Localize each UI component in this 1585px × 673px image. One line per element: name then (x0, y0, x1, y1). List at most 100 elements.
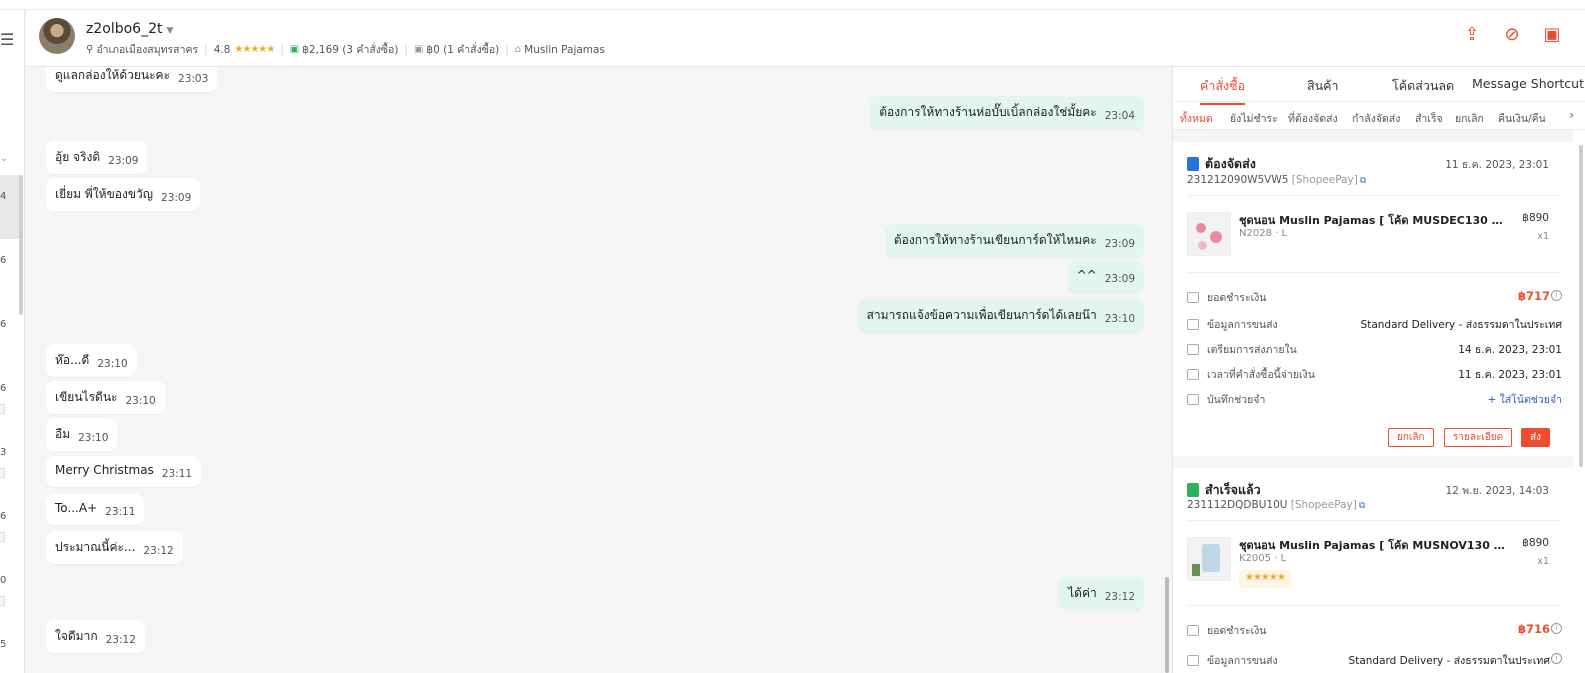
cancel-order-button[interactable]: ยกเลิก (1388, 428, 1434, 447)
ship-by-date: 14 ธ.ค. 2023, 23:01 (1458, 344, 1562, 356)
username-text: z2olbo6_2t (86, 21, 163, 37)
panel-scrollbar[interactable] (1579, 145, 1583, 467)
caret-down-icon[interactable]: ▼ (166, 26, 173, 36)
filter-cancelled[interactable]: ยกเลิก (1455, 110, 1484, 127)
order-card[interactable]: สำเร็จแล้ว 12 พ.ย. 2023, 14:03 231112DQD… (1173, 468, 1573, 673)
message-text: ห๊อ...ดี (55, 353, 90, 367)
filter-shipping[interactable]: กำลังจัดส่ง (1352, 110, 1400, 127)
filter-completed[interactable]: สำเร็จ (1415, 110, 1443, 127)
chat-header: z2olbo6_2t ▼ ⚲ อำเภอเมืองสมุทรสาคร | 4.8 … (26, 10, 1585, 67)
list-item-tag (0, 532, 5, 542)
list-item-count: 6 (0, 255, 7, 266)
message-text: อุ้ย จริงดิ (55, 150, 101, 164)
divider: | (505, 43, 509, 56)
filter-unpaid[interactable]: ยังไม่ชำระ (1230, 110, 1278, 127)
pending-amount: ฿0 (1 คำสั่งซื้อ) (426, 44, 500, 56)
message-text: To...A+ (55, 501, 98, 515)
wallet-icon (1187, 625, 1199, 636)
clipboard-icon (1187, 157, 1199, 171)
row-label: เวลาที่คำสั่งซื้อนี้จ่ายเงิน (1207, 369, 1315, 381)
ship-order-button[interactable]: ส่ง (1521, 428, 1550, 447)
tab-message-shortcut[interactable]: Message Shortcut (1472, 76, 1584, 91)
list-item-count: 6 (0, 511, 7, 522)
header-actions: ⇪ ⊘ ▣ (1461, 24, 1563, 46)
product-variant: K2005 · L (1239, 553, 1287, 564)
row-label: ยอดชำระเงิน (1207, 625, 1267, 637)
row-label: บันทึกช่วยจำ (1207, 394, 1266, 406)
product-price: ฿890 (1522, 537, 1549, 549)
message-text: ^^ (1076, 268, 1097, 282)
product-image[interactable] (1187, 212, 1231, 256)
message-bubble: ^^ 23:09 (1067, 261, 1144, 292)
message-text: ดูแลกล่องให้ด้วยนะคะ (55, 68, 171, 82)
message-time: 23:09 (108, 155, 139, 167)
truck-icon (1187, 655, 1199, 666)
payment-method: [ShopeePay] (1290, 499, 1357, 511)
list-scrollbar[interactable] (19, 175, 23, 315)
order-card[interactable]: ต้องจัดส่ง 11 ธ.ค. 2023, 23:01 231212090… (1173, 142, 1573, 456)
message-text: เขียนไรดีนะ (55, 390, 118, 404)
username[interactable]: z2olbo6_2t ▼ (86, 21, 173, 37)
shipping-method: Standard Delivery - ส่งธรรมดาในประเทศ (1348, 655, 1550, 667)
message-text: เยี่ยม พี่ให้ของขวัญ (55, 187, 154, 201)
info-icon[interactable]: i (1551, 290, 1562, 301)
link-icon[interactable]: ⧉ (1360, 176, 1366, 186)
message-time: 23:09 (1104, 273, 1135, 285)
list-item-tag (0, 596, 5, 606)
row-label: เตรียมการส่งภายใน (1207, 344, 1297, 356)
tab-vouchers[interactable]: โค้ดส่วนลด (1392, 76, 1454, 96)
top-strip (0, 0, 1585, 10)
message-time: 23:10 (97, 358, 128, 370)
message-bubble: ต้องการให้ทางร้านห่อบั๊บเบิ้ลกล่องใช่มั้… (870, 96, 1144, 129)
chevron-down-icon[interactable]: ⌄ (0, 153, 8, 164)
filter-all[interactable]: ทั้งหมด (1180, 110, 1213, 127)
no-chat-icon[interactable]: ⊘ (1501, 24, 1523, 46)
collapse-panel-icon[interactable]: ▣ (1541, 24, 1563, 46)
selected-conversation[interactable] (0, 175, 20, 239)
avatar[interactable] (39, 18, 75, 54)
chat-scrollbar[interactable] (1165, 577, 1169, 673)
calendar-icon (1187, 344, 1199, 355)
message-bubble: เยี่ยม พี่ให้ของขวัญ 23:09 (46, 178, 201, 211)
panel-tabs: คำสั่งซื้อ สินค้า โค้ดส่วนลด Message Sho… (1173, 67, 1585, 105)
order-details-button[interactable]: รายละเอียด (1444, 428, 1513, 447)
message-time: 23:03 (178, 73, 209, 85)
link-icon[interactable]: ⧉ (1359, 501, 1365, 511)
divider: | (404, 43, 408, 56)
product-name[interactable]: ชุดนอน Muslin Pajamas [ โค้ด MUSNOV130 ล… (1239, 536, 1509, 554)
info-icon[interactable]: i (1551, 623, 1562, 634)
filter-to-ship[interactable]: ที่ต้องจัดส่ง (1288, 110, 1338, 127)
product-qty: x1 (1537, 556, 1549, 567)
message-text: ต้องการให้ทางร้านห่อบั๊บเบิ้ลกล่องใช่มั้… (879, 105, 1097, 119)
product-price: ฿890 (1522, 212, 1549, 224)
message-time: 23:12 (1104, 591, 1135, 603)
buyer-location: อำเภอเมืองสมุทรสาคร (96, 44, 199, 56)
message-time: 23:11 (161, 468, 193, 480)
message-text: อืม (55, 427, 71, 441)
product-name[interactable]: ชุดนอน Muslin Pajamas [ โค้ด MUSDEC130 ล… (1239, 211, 1509, 229)
product-rating-stars: ★★★★★ (1239, 570, 1291, 588)
message-area[interactable]: ดูแลกล่องให้ด้วยนะคะ 23:03 ต้องการให้ทางร… (26, 67, 1172, 673)
share-icon[interactable]: ⇪ (1461, 24, 1483, 46)
order-id[interactable]: 231212090W5VW5 [ShopeePay] ⧉ (1187, 174, 1366, 186)
payment-total-row: ยอดชำระเงิน ฿717 i (1187, 289, 1562, 305)
divider: | (280, 43, 284, 56)
buyer-meta: ⚲ อำเภอเมืองสมุทรสาคร | 4.8 ★★★★★ | ▣ ฿2… (86, 41, 605, 58)
payment-total-row: ยอดชำระเงิน ฿716 i (1187, 622, 1562, 638)
chevron-right-icon[interactable]: › (1569, 108, 1574, 122)
message-bubble: ประมาณนี้ค่ะ... 23:12 (46, 531, 183, 564)
order-status-text: ต้องจัดส่ง (1205, 156, 1256, 171)
add-memo-link[interactable]: + ใส่โน้ตช่วยจำ (1487, 391, 1562, 408)
tab-products[interactable]: สินค้า (1307, 76, 1339, 96)
menu-icon[interactable]: ☰ (0, 30, 14, 49)
filter-refund[interactable]: คืนเงิน/คืนสินค้า (1498, 110, 1545, 127)
row-label: ข้อมูลการขนส่ง (1207, 655, 1278, 667)
order-id[interactable]: 231112DQDBU10U [ShopeePay] ⧉ (1187, 499, 1365, 511)
tab-orders[interactable]: คำสั่งซื้อ (1200, 76, 1246, 105)
list-item-count: 0 (0, 575, 7, 586)
product-image[interactable] (1187, 537, 1231, 581)
message-text: ต้องการให้ทางร้านเขียนการ์ดให้ไหมคะ (893, 233, 1097, 247)
info-icon[interactable]: i (1551, 653, 1562, 664)
order-panel: คำสั่งซื้อ สินค้า โค้ดส่วนลด Message Sho… (1172, 67, 1585, 673)
list-item-count: 5 (0, 639, 7, 650)
